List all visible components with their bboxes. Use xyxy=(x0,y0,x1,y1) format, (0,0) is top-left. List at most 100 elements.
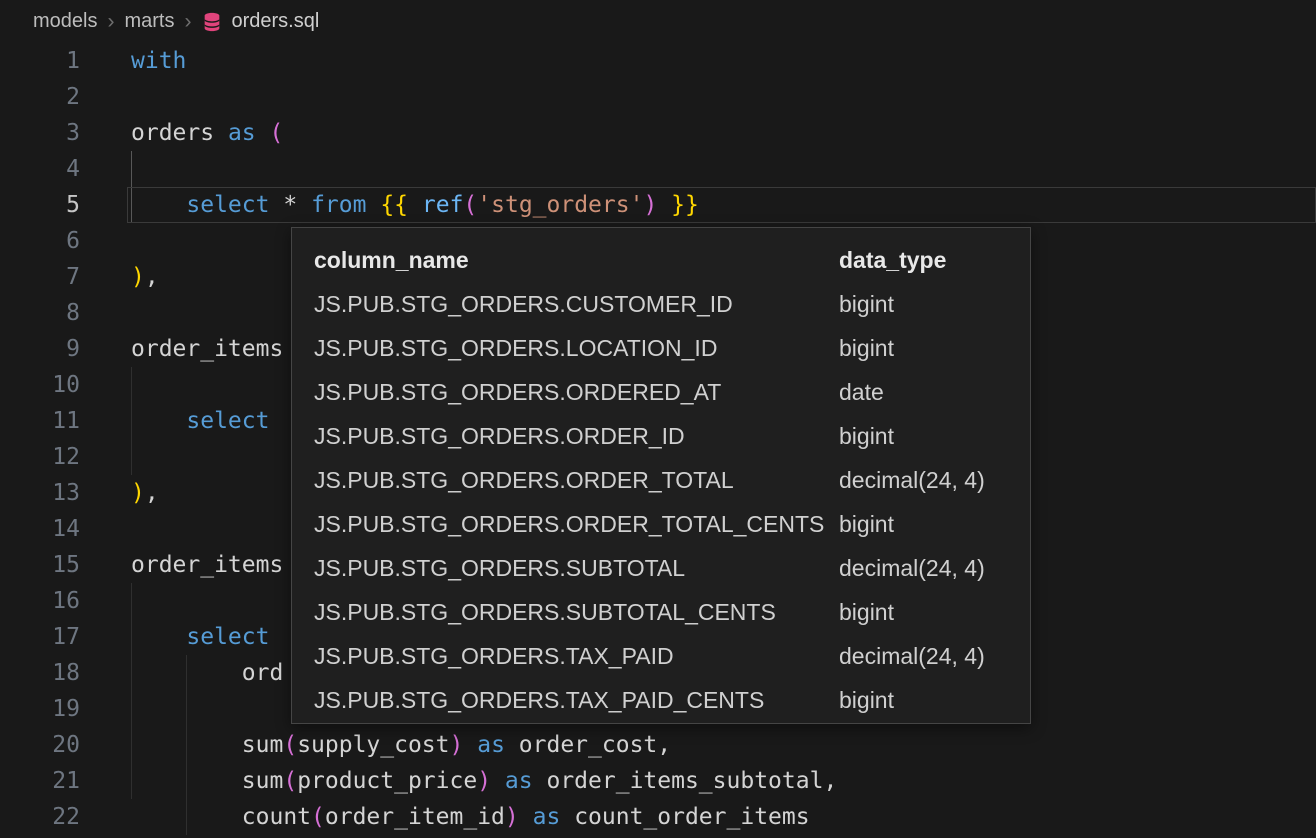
data-type-cell: bigint xyxy=(839,326,894,370)
code-token: sum xyxy=(242,768,284,794)
code-token: product_price xyxy=(297,768,477,794)
hover-row: JS.PUB.STG_ORDERS.TAX_PAID_CENTSbigint xyxy=(292,678,1030,722)
column-name-cell: JS.PUB.STG_ORDERS.ORDER_ID xyxy=(314,414,839,458)
code-token: , xyxy=(145,480,159,506)
code-token: ( xyxy=(283,732,297,758)
code-line[interactable]: 22 count(order_item_id) as count_order_i… xyxy=(0,799,1316,835)
code-token xyxy=(131,804,242,830)
code-line[interactable]: 2 xyxy=(0,79,1316,115)
code-text: select xyxy=(131,403,269,439)
code-token: ) xyxy=(450,732,464,758)
code-token xyxy=(463,732,477,758)
breadcrumb-separator-icon: › xyxy=(184,10,191,34)
code-token: select xyxy=(186,192,269,218)
line-number[interactable]: 9 xyxy=(0,331,80,367)
column-name-cell: JS.PUB.STG_ORDERS.TAX_PAID xyxy=(314,634,839,678)
code-line[interactable]: 1 with xyxy=(0,43,1316,79)
code-line[interactable]: 20 sum(supply_cost) as order_cost, xyxy=(0,727,1316,763)
line-number[interactable]: 18 xyxy=(0,655,80,691)
line-number[interactable]: 3 xyxy=(0,115,80,151)
line-number[interactable]: 7 xyxy=(0,259,80,295)
line-number[interactable]: 6 xyxy=(0,223,80,259)
line-number[interactable]: 22 xyxy=(0,799,80,835)
code-token: * xyxy=(283,192,297,218)
code-line[interactable]: 21 sum(product_price) as order_items_sub… xyxy=(0,763,1316,799)
code-token xyxy=(505,732,519,758)
line-number[interactable]: 15 xyxy=(0,547,80,583)
code-token: }} xyxy=(671,192,699,218)
code-token: as xyxy=(505,768,533,794)
hover-data-type-header: data_type xyxy=(839,238,946,282)
breadcrumb-separator-icon: › xyxy=(107,10,114,34)
code-token: , xyxy=(657,732,671,758)
code-token: select xyxy=(186,408,269,434)
code-token: order_items_subtotal xyxy=(546,768,823,794)
code-line[interactable]: 3orders as ( xyxy=(0,115,1316,151)
code-token: ) xyxy=(643,192,657,218)
data-type-cell: bigint xyxy=(839,590,894,634)
hover-row: JS.PUB.STG_ORDERS.LOCATION_IDbigint xyxy=(292,326,1030,370)
code-text: order_items xyxy=(131,331,283,367)
line-number[interactable]: 21 xyxy=(0,763,80,799)
code-editor-window: models › marts › orders.sql 1with23order… xyxy=(0,0,1316,838)
column-name-cell: JS.PUB.STG_ORDERS.ORDER_TOTAL_CENTS xyxy=(314,502,839,546)
breadcrumb-item-file[interactable]: orders.sql xyxy=(231,10,319,33)
line-number[interactable]: 13 xyxy=(0,475,80,511)
code-text: ), xyxy=(131,475,159,511)
line-number[interactable]: 17 xyxy=(0,619,80,655)
code-token xyxy=(131,192,186,218)
line-number[interactable]: 2 xyxy=(0,79,80,115)
hover-row: JS.PUB.STG_ORDERS.ORDER_IDbigint xyxy=(292,414,1030,458)
code-text: order_items xyxy=(131,547,283,583)
code-token xyxy=(131,408,186,434)
code-token: 'stg_orders' xyxy=(477,192,643,218)
breadcrumb-item-models[interactable]: models xyxy=(33,10,97,33)
line-number[interactable]: 19 xyxy=(0,691,80,727)
column-name-cell: JS.PUB.STG_ORDERS.CUSTOMER_ID xyxy=(314,282,839,326)
line-number[interactable]: 4 xyxy=(0,151,80,187)
line-number[interactable]: 16 xyxy=(0,583,80,619)
breadcrumb-item-marts[interactable]: marts xyxy=(124,10,174,33)
code-text: ord xyxy=(131,655,283,691)
line-number[interactable]: 10 xyxy=(0,367,80,403)
data-type-cell: decimal(24, 4) xyxy=(839,458,985,502)
code-token: , xyxy=(145,264,159,290)
line-number[interactable]: 20 xyxy=(0,727,80,763)
line-number[interactable]: 1 xyxy=(0,43,80,79)
code-token xyxy=(297,192,311,218)
code-text: sum(product_price) as order_items_subtot… xyxy=(131,763,837,799)
code-token: ) xyxy=(131,264,145,290)
line-number[interactable]: 5 xyxy=(0,187,80,223)
column-name-cell: JS.PUB.STG_ORDERS.SUBTOTAL_CENTS xyxy=(314,590,839,634)
line-number[interactable]: 14 xyxy=(0,511,80,547)
editor-area[interactable]: 1 with 23orders as (45 select * from {{ re… xyxy=(0,43,1316,838)
code-text: sum(supply_cost) as order_cost, xyxy=(131,727,671,763)
code-token xyxy=(131,732,242,758)
line-number[interactable]: 12 xyxy=(0,439,80,475)
code-token xyxy=(491,768,505,794)
hover-row: JS.PUB.STG_ORDERS.ORDERED_ATdate xyxy=(292,370,1030,414)
code-token: ( xyxy=(269,120,283,146)
line-number[interactable]: 8 xyxy=(0,295,80,331)
code-text: select xyxy=(131,619,269,655)
column-name-cell: JS.PUB.STG_ORDERS.LOCATION_ID xyxy=(314,326,839,370)
code-token: supply_cost xyxy=(297,732,449,758)
code-token xyxy=(366,192,380,218)
code-token: ( xyxy=(283,768,297,794)
code-line[interactable]: 4 xyxy=(0,151,1316,187)
data-type-cell: bigint xyxy=(839,678,894,722)
code-token: count_order_items xyxy=(574,804,809,830)
hover-row: JS.PUB.STG_ORDERS.ORDER_TOTALdecimal(24,… xyxy=(292,458,1030,502)
code-text: select * from {{ ref('stg_orders') }} xyxy=(131,187,699,223)
code-token: ) xyxy=(477,768,491,794)
code-line[interactable]: 5 select * from {{ ref('stg_orders') }} xyxy=(0,187,1316,223)
column-hover-popup[interactable]: column_name data_type JS.PUB.STG_ORDERS.… xyxy=(291,227,1031,724)
code-token: from xyxy=(311,192,366,218)
hover-row: JS.PUB.STG_ORDERS.TAX_PAIDdecimal(24, 4) xyxy=(292,634,1030,678)
code-token: ref xyxy=(422,192,464,218)
column-name-cell: JS.PUB.STG_ORDERS.SUBTOTAL xyxy=(314,546,839,590)
hover-row: JS.PUB.STG_ORDERS.SUBTOTALdecimal(24, 4) xyxy=(292,546,1030,590)
line-number[interactable]: 11 xyxy=(0,403,80,439)
code-text: with xyxy=(131,43,186,79)
data-type-cell: date xyxy=(839,370,884,414)
